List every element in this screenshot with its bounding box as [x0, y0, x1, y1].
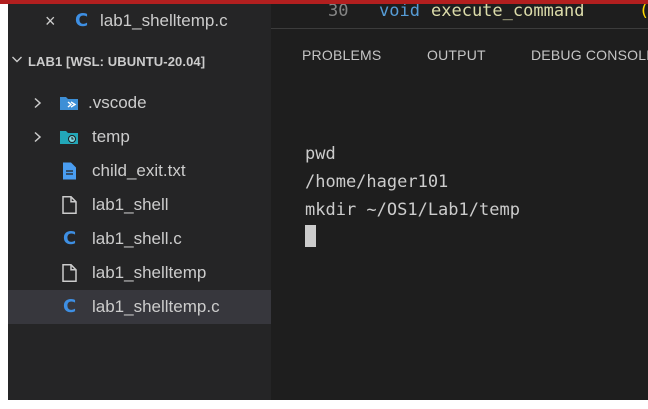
editor-panel-area: 30 void execute_command ( PROBLEMS OUTPU…: [271, 4, 648, 400]
bottom-margin: [0, 400, 648, 409]
tree-item-lab1-shelltemp[interactable]: lab1_shelltemp: [8, 256, 271, 290]
chevron-right-icon: [34, 97, 42, 109]
tree-item-vscode-folder[interactable]: .vscode: [8, 86, 271, 120]
line-number: 30: [328, 4, 349, 21]
tree-item-lab1-shell[interactable]: lab1_shell: [8, 188, 271, 222]
workspace-folder-title: LAB1 [WSL: UBUNTU-20.04]: [28, 54, 206, 69]
tree-item-label: child_exit.txt: [92, 161, 186, 180]
code-function-name: execute_command: [431, 4, 585, 21]
tree-item-lab1-shelltemp-c[interactable]: C lab1_shelltemp.c: [8, 290, 271, 324]
vscode-folder-icon: [60, 97, 78, 110]
chevron-down-icon: [12, 56, 22, 63]
terminal-output[interactable]: pwd /home/hager101 mkdir ~/OS1/Lab1/temp: [305, 140, 520, 252]
code-paren: (: [639, 4, 648, 22]
terminal-line: /home/hager101: [305, 172, 449, 192]
tree-item-label: lab1_shelltemp.c: [92, 297, 220, 316]
temp-folder-icon: [60, 131, 78, 144]
c-file-icon: C: [75, 10, 89, 31]
tree-item-lab1-shell-c[interactable]: C lab1_shell.c: [8, 222, 271, 256]
c-file-icon: C: [63, 296, 77, 317]
open-editor-entry[interactable]: × C lab1_shelltemp.c: [8, 6, 271, 36]
vscode-window: × C lab1_shelltemp.c LAB1 [WSL: UBUNTU-2…: [8, 4, 648, 400]
panel-divider: [271, 28, 648, 29]
open-editor-filename: lab1_shelltemp.c: [100, 11, 228, 30]
screenshot-frame: × C lab1_shelltemp.c LAB1 [WSL: UBUNTU-2…: [0, 0, 648, 409]
explorer-sidebar: × C lab1_shelltemp.c LAB1 [WSL: UBUNTU-2…: [8, 4, 271, 400]
tree-item-label: lab1_shell: [92, 195, 169, 214]
file-icon: [62, 196, 77, 214]
c-file-icon: C: [63, 228, 77, 249]
workspace-folder-header[interactable]: LAB1 [WSL: UBUNTU-20.04]: [8, 49, 271, 75]
tab-problems[interactable]: PROBLEMS: [302, 40, 381, 70]
code-keyword: void: [379, 4, 420, 21]
tree-item-temp-folder[interactable]: temp: [8, 120, 271, 154]
file-icon: [62, 264, 77, 282]
tree-item-child-exit-txt[interactable]: child_exit.txt: [8, 154, 271, 188]
terminal-line: mkdir ~/OS1/Lab1/temp: [305, 200, 520, 220]
tree-item-label: lab1_shell.c: [92, 229, 182, 248]
text-file-icon: [63, 162, 76, 180]
panel-tabs: PROBLEMS OUTPUT DEBUG CONSOLE: [271, 40, 648, 70]
tab-output[interactable]: OUTPUT: [427, 40, 486, 70]
tree-item-label: temp: [92, 127, 130, 146]
tree-item-label: .vscode: [88, 93, 147, 112]
tree-item-label: lab1_shelltemp: [92, 263, 207, 282]
chevron-right-icon: [34, 131, 42, 143]
close-icon[interactable]: ×: [45, 6, 56, 36]
editor-code-line[interactable]: 30 void execute_command (: [271, 4, 648, 26]
terminal-cursor: [305, 225, 316, 247]
tab-debug-console[interactable]: DEBUG CONSOLE: [531, 40, 648, 70]
terminal-cursor-line: [305, 224, 520, 252]
terminal-line: pwd: [305, 144, 336, 164]
